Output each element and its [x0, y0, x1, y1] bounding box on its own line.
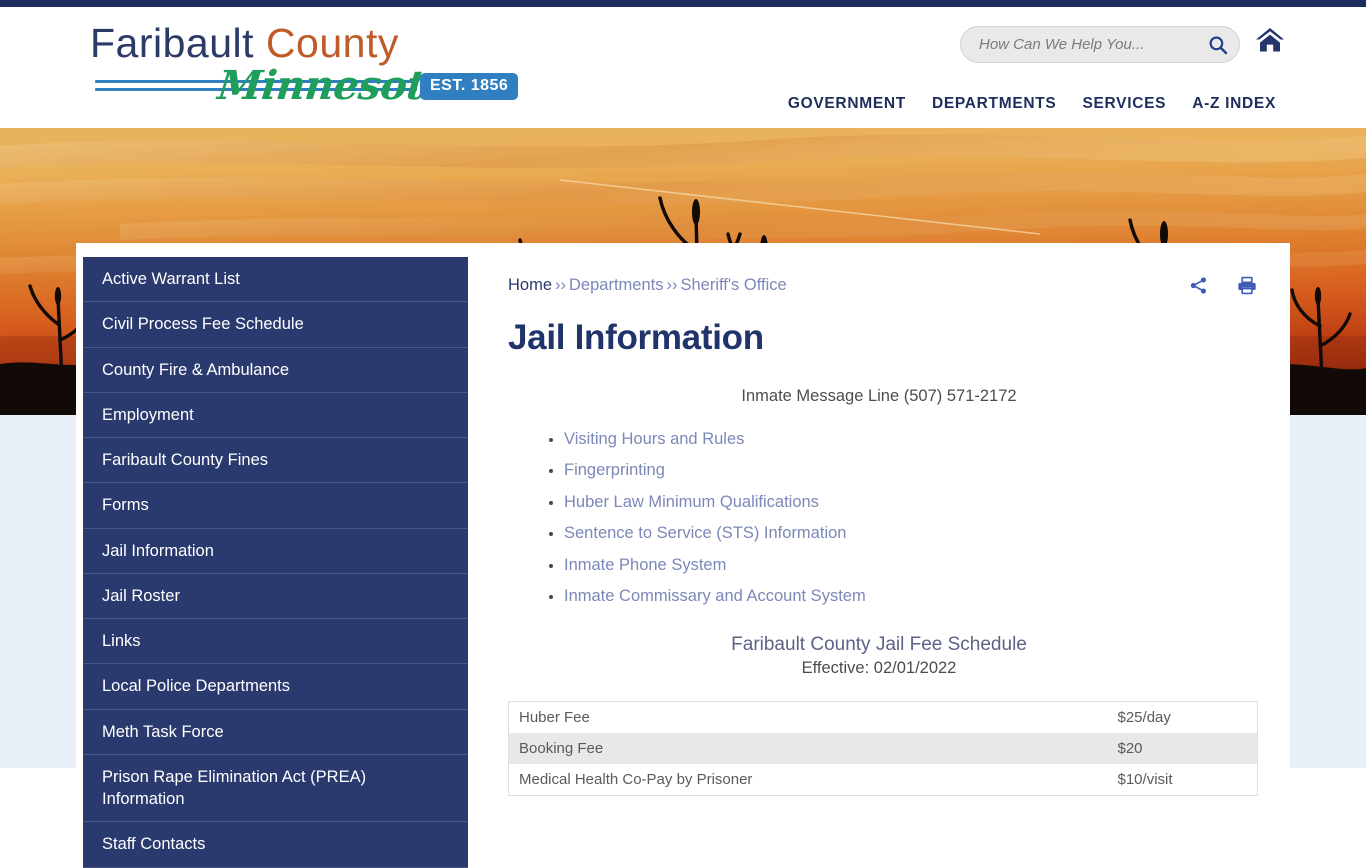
sidebar-item-local-police-departments[interactable]: Local Police Departments: [83, 664, 468, 710]
table-row: Medical Health Co-Pay by Prisoner $10/vi…: [508, 764, 1258, 796]
search-icon: [1209, 36, 1228, 54]
logo-established-badge: EST. 1856: [420, 73, 519, 101]
list-item: Visiting Hours and Rules: [564, 430, 1290, 449]
table-row: Huber Fee $25/day: [508, 701, 1258, 734]
search-bar[interactable]: [960, 26, 1240, 63]
home-icon: [1256, 28, 1284, 52]
link-huber-law-minimum-qualifications[interactable]: Huber Law Minimum Qualifications: [564, 493, 819, 511]
logo-wordmark: Faribault County: [90, 20, 530, 66]
sidebar-item-forms[interactable]: Forms: [83, 483, 468, 529]
section-sidebar-nav[interactable]: Active Warrant List Civil Process Fee Sc…: [83, 257, 468, 868]
fee-schedule-table: Huber Fee $25/day Booking Fee $20 Medica…: [508, 701, 1258, 797]
nav-item-az-index[interactable]: A-Z INDEX: [1192, 95, 1276, 113]
content-card: Active Warrant List Civil Process Fee Sc…: [76, 243, 1290, 868]
breadcrumb-separator-1: ››: [555, 276, 567, 294]
site-header: Faribault County Minnesota EST. 1856 GOV…: [0, 7, 1366, 128]
main-content: Home››Departments››Sheriff's Office: [508, 276, 1290, 797]
print-button[interactable]: [1237, 276, 1257, 300]
sidebar-item-jail-roster[interactable]: Jail Roster: [83, 574, 468, 620]
fee-item-amount: $10/visit: [1117, 771, 1173, 789]
sidebar-item-links[interactable]: Links: [83, 619, 468, 665]
list-item: Fingerprinting: [564, 461, 1290, 480]
sidebar-item-prea-information[interactable]: Prison Rape Elimination Act (PREA) Infor…: [83, 755, 468, 823]
list-item: Sentence to Service (STS) Information: [564, 524, 1290, 543]
list-item: Inmate Commissary and Account System: [564, 587, 1290, 606]
share-icon: [1190, 277, 1207, 294]
home-link[interactable]: [1252, 23, 1288, 57]
page-title: Jail Information: [508, 317, 764, 357]
link-inmate-phone-system[interactable]: Inmate Phone System: [564, 556, 726, 574]
top-accent-bar: [0, 0, 1366, 7]
logo-text-county: County: [265, 20, 399, 66]
inmate-message-line: Inmate Message Line (507) 571-2172: [741, 386, 1017, 405]
fee-schedule-title: Faribault County Jail Fee Schedule: [731, 634, 1027, 656]
sidebar-item-meth-task-force[interactable]: Meth Task Force: [83, 710, 468, 755]
fee-item-amount: $20: [1117, 740, 1143, 758]
breadcrumb-departments[interactable]: Departments: [569, 276, 663, 294]
breadcrumb: Home ›› Departments ›› Sheriff's Office: [508, 276, 787, 296]
sidebar-item-faribault-county-fines[interactable]: Faribault County Fines: [83, 438, 468, 484]
fee-item-amount: $25/day: [1117, 709, 1171, 727]
breadcrumb-separator-2: ››: [666, 276, 678, 294]
nav-item-services[interactable]: SERVICES: [1082, 95, 1166, 113]
breadcrumb-row: Home ›› Departments ›› Sheriff's Office: [508, 276, 1290, 296]
search-input[interactable]: [961, 36, 1197, 53]
nav-item-government[interactable]: GOVERNMENT: [788, 95, 906, 113]
nav-item-departments[interactable]: DEPARTMENTS: [932, 95, 1057, 113]
sidebar-item-active-warrant-list[interactable]: Active Warrant List: [83, 257, 468, 303]
breadcrumb-home[interactable]: Home: [508, 276, 552, 294]
fee-item-name: Medical Health Co-Pay by Prisoner: [519, 771, 753, 789]
sidebar-item-county-fire-ambulance[interactable]: County Fire & Ambulance: [83, 348, 468, 393]
site-logo[interactable]: Faribault County Minnesota EST. 1856: [90, 20, 530, 110]
page-tools: [1189, 276, 1257, 300]
logo-second-row: Minnesota EST. 1856: [90, 62, 530, 110]
sidebar-item-jail-information[interactable]: Jail Information: [83, 529, 468, 574]
main-navigation[interactable]: GOVERNMENT DEPARTMENTS SERVICES A-Z INDE…: [788, 95, 1276, 113]
sidebar-item-employment[interactable]: Employment: [83, 393, 468, 439]
resource-link-list: Visiting Hours and Rules Fingerprinting …: [508, 430, 1290, 607]
table-row: Booking Fee $20: [508, 733, 1258, 765]
share-button[interactable]: [1189, 276, 1208, 300]
link-sentence-to-service-information[interactable]: Sentence to Service (STS) Information: [564, 524, 846, 542]
list-item: Inmate Phone System: [564, 556, 1290, 575]
print-icon: [1238, 276, 1256, 295]
link-visiting-hours-and-rules[interactable]: Visiting Hours and Rules: [564, 430, 744, 448]
search-button[interactable]: [1197, 27, 1239, 62]
list-item: Huber Law Minimum Qualifications: [564, 493, 1290, 512]
fee-item-name: Booking Fee: [519, 740, 604, 758]
breadcrumb-current[interactable]: Sheriff's Office: [680, 276, 786, 294]
sidebar-item-civil-process-fee-schedule[interactable]: Civil Process Fee Schedule: [83, 302, 468, 348]
sidebar-item-staff-contacts[interactable]: Staff Contacts: [83, 822, 468, 868]
link-fingerprinting[interactable]: Fingerprinting: [564, 461, 665, 479]
link-inmate-commissary-and-account-system[interactable]: Inmate Commissary and Account System: [564, 587, 866, 605]
logo-text-minnesota: Minnesota: [215, 62, 453, 110]
fee-schedule-effective: Effective: 02/01/2022: [801, 659, 957, 678]
fee-item-name: Huber Fee: [519, 709, 590, 727]
logo-text-faribault: Faribault: [90, 20, 255, 66]
